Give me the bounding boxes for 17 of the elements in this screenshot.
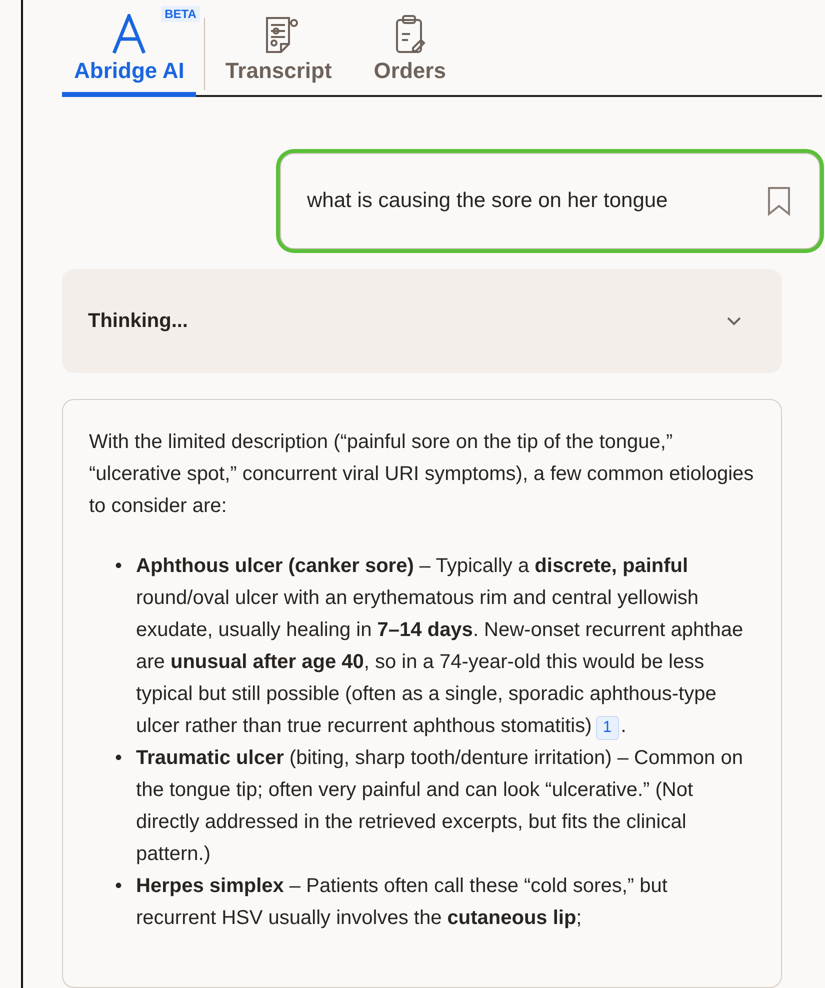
tab[interactable]: Transcript (213, 6, 344, 97)
tab[interactable]: BETA Abridge AI (62, 6, 196, 97)
bullet-marker: • (115, 874, 122, 899)
thinking-toggle[interactable]: Thinking... (62, 269, 782, 373)
bullet-marker: • (115, 554, 122, 579)
query-text: what is causing the sore on her tongue (307, 189, 668, 213)
answer-intro: With the limited description (“painful sore on the tip of the tongue,” “ulcerative spot,” concurrent viral URI symptoms), a few common etiologies to consider are: (89, 430, 755, 519)
letter-a-icon (111, 14, 148, 54)
bullet-marker: • (115, 746, 122, 771)
chevron-icon (726, 316, 742, 326)
beta-badge: BETA (160, 6, 200, 22)
tab[interactable]: Orders (362, 6, 458, 97)
citation-link[interactable]: 1 (596, 716, 619, 740)
bookmark-icon[interactable] (767, 186, 791, 216)
answer-bullet: Traumatic ulcer (biting, sharp tooth/denture irritation) – Common on the tongue tip; often very painful and can look “ulcerative.” (Not directly addressed in the retrieved excerpts, but fits the clinical pattern.) (136, 746, 744, 867)
answer-bullet: Herpes simplex – Patients often call these “cold sores,” but recurrent HSV usually involves the cutaneous lip; (136, 874, 668, 931)
answer-bullet: Aphthous ulcer (canker sore) – Typically a discrete, painful round/oval ulcer with an erythematous rim and central yellowish exudate, usually healing in 7–14 days. New-onset recurrent aphthae are unusual after age 40, so in a 74-year-old this would be less typical but still possible (often as a single, sporadic aphthous-type ulcer rather than true recurrent aphthous stomatitis) 1 . (136, 550, 755, 742)
